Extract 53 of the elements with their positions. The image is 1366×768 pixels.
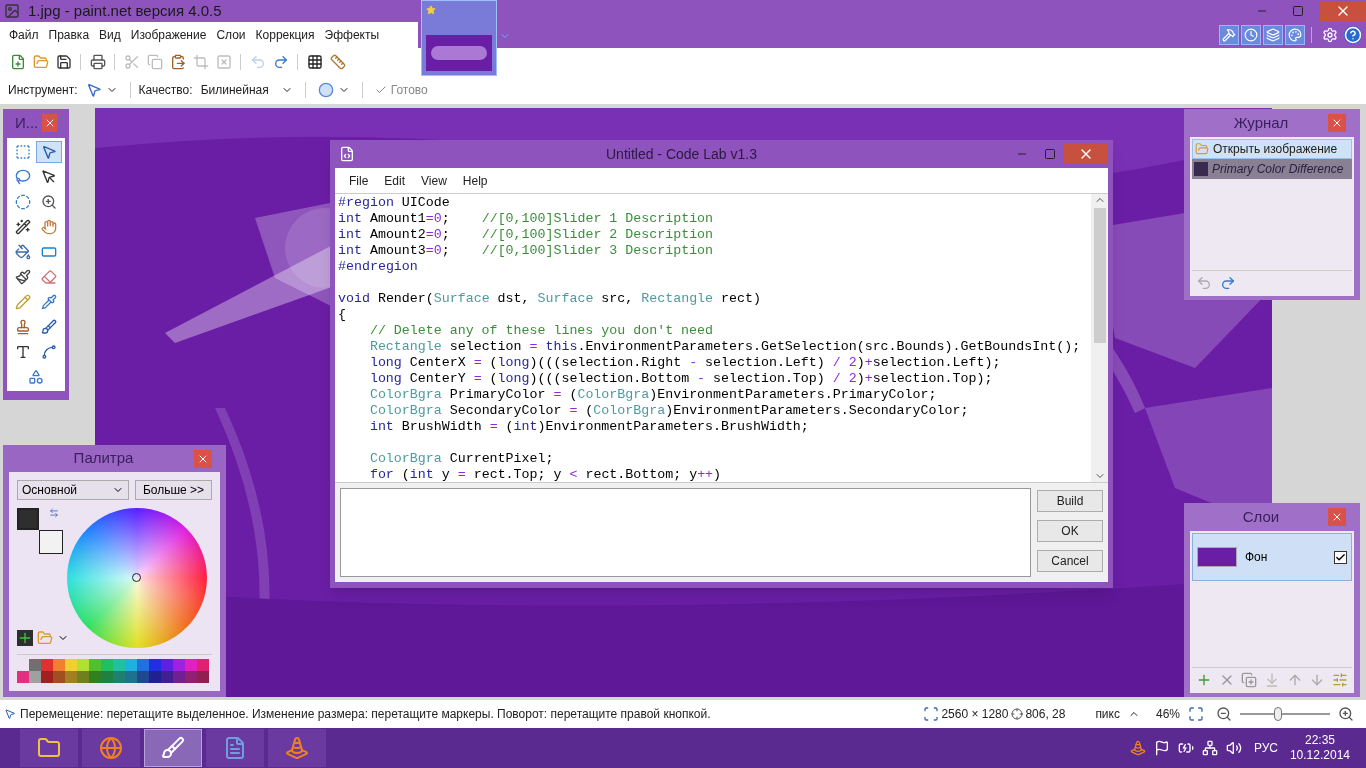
history-item[interactable]: Открыть изображение [1192,139,1352,159]
layer-name: Фон [1245,549,1269,566]
menu-item[interactable]: Вид [94,22,126,48]
clock-time: 22:35 [1304,733,1335,748]
clock-date: 10.12.2014 [1289,748,1350,763]
code-line: #endregion [338,259,418,275]
more-button[interactable]: Больше >> [135,480,212,500]
window-title: Untitled - Code Lab v1.3 [605,144,758,164]
code-line: Rectangle selection = this.EnvironmentParameters.GetSelection(src.Bounds).GetBoundsInt(); [368,339,1081,355]
palette-mode-dropdown[interactable]: Основной [17,480,129,500]
units-dropdown[interactable]: пикс [1095,705,1140,723]
dialog-button[interactable]: Cancel [1037,550,1103,572]
menu-item[interactable]: Правка [43,22,95,48]
history-item[interactable]: Primary Color Difference [1192,159,1352,179]
code-line: int BrushWidth = (int)EnvironmentParameters.BrushWidth; [368,419,809,435]
panel-title: Журнал [1232,112,1290,133]
menu-item[interactable]: Help [454,171,496,190]
code-line: { [338,307,346,323]
menu-item[interactable]: Изображение [125,22,212,48]
dialog-button[interactable]: OK [1037,520,1103,542]
code-line: ColorBgra PrimaryColor = (ColorBgra)EnvironmentParameters.PrimaryColor; [368,387,937,403]
quality-dropdown[interactable]: Билинейная [196,81,297,99]
status-hint: Перемещение: перетащите выделенное. Изменение размера: перетащите маркеры. Поворот: перетащите правой кнопкой. [20,706,711,723]
menu-item[interactable]: Коррекция [250,22,320,48]
code-line: ColorBgra SecondaryColor = (ColorBgra)EnvironmentParameters.SecondaryColor; [368,403,969,419]
language-indicator[interactable]: РУС [1253,739,1278,757]
quality-label: Качество: [138,82,193,99]
code-line: for (int y = rect.Top; y < rect.Bottom; y++) [368,467,722,482]
panel-title: Палитра [72,448,135,469]
panel-title: Слои [1241,506,1281,527]
code-line: long CenterY = (long)(((selection.Bottom - selection.Top) / 2)+selection.Top); [368,371,993,387]
menu-item[interactable]: Файл [4,22,44,48]
dialog-button[interactable]: Build [1037,490,1103,512]
image-size: 2560 × 1280 [941,706,1010,723]
menu-item[interactable]: Слои [211,22,251,48]
panel-title: И... [15,112,39,133]
code-line: // Delete any of these lines you don't need [368,323,714,339]
menu-item[interactable]: Edit [376,171,414,190]
code-line: #region UICode [338,195,450,211]
menu-item[interactable]: Эффекты [319,22,385,48]
zoom-value: 46% [1155,706,1180,723]
menu-item[interactable]: File [341,171,377,190]
code-line: long CenterX = (long)(((selection.Right - selection.Left) / 2)+selection.Left); [368,355,1001,371]
code-line: void Render(Surface dst, Surface src, Rectangle rect) [338,291,761,307]
code-line: int Amount3=0; //[0,100]Slider 3 Description [338,243,714,259]
menu-item[interactable]: View [413,171,455,190]
layer-row[interactable]: Фон [1192,533,1352,581]
code-line: ColorBgra CurrentPixel; [368,451,554,467]
code-line: int Amount2=0; //[0,100]Slider 2 Description [338,227,714,243]
tool-label: Инструмент: [8,82,78,99]
code-line: int Amount1=0; //[0,100]Slider 1 Description [338,211,714,227]
window-title: 1.jpg - paint.net версия 4.0.5 [28,0,222,21]
cursor-position: 806, 28 [1025,706,1067,723]
